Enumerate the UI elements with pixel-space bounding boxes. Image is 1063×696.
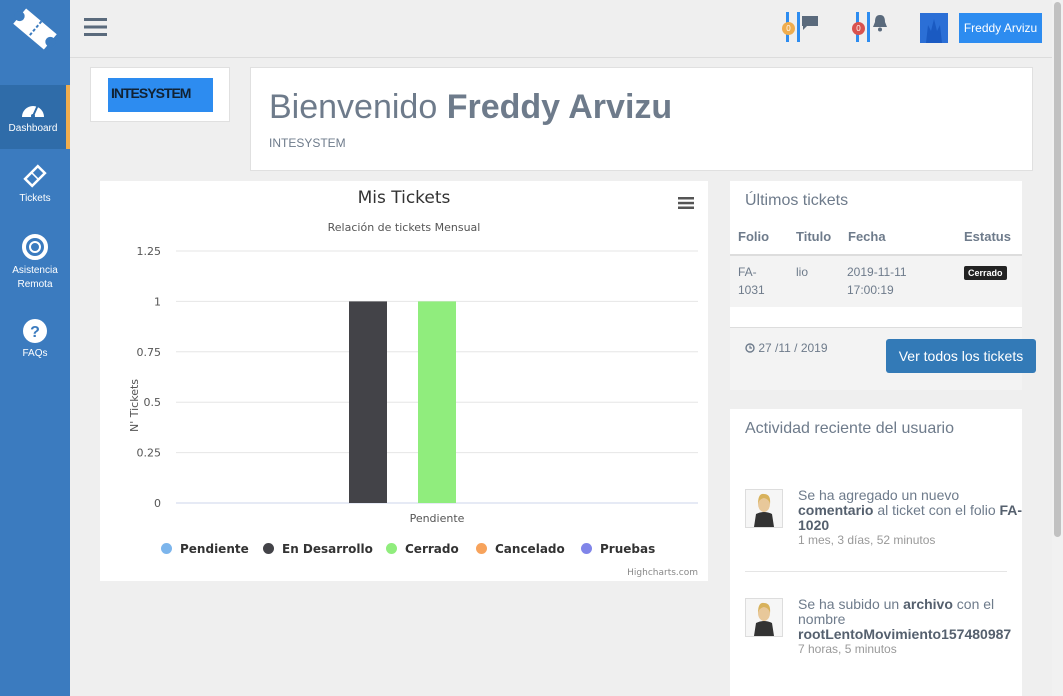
welcome-card: Bienvenido Freddy Arvizu INTESYSTEM [250,67,1033,171]
col-header-estatus: Estatus [964,229,1011,244]
col-header-folio: Folio [738,229,770,244]
activity-divider [745,571,1007,572]
bar-chart: 0 0.25 0.5 0.75 1 1.25 Pendiente [137,245,698,525]
legend-item-en-desarrollo[interactable]: En Desarrollo [263,542,373,556]
user-photo-icon [754,493,774,527]
company-logo: INTESYSTEM [108,78,213,112]
tickets-chart-card: Mis Tickets Relación de tickets Mensual … [100,181,708,581]
latest-tickets-title: Últimos tickets [745,192,849,209]
col-header-titulo: Titulo [796,229,832,244]
sidebar-item-label: FAQs [22,348,48,359]
dashboard-gauge-icon [22,104,44,118]
legend-marker [263,543,274,554]
legend-marker [476,543,487,554]
status-badge: Cerrado [964,266,1007,280]
activity-item: Se ha agregado un nuevo comentario al ti… [745,488,1028,549]
y-tick-label: 0.75 [137,346,162,359]
activity-card: Actividad reciente del usuario Se ha agr… [730,409,1022,696]
y-tick-label: 1 [154,295,161,308]
legend-item-cerrado[interactable]: Cerrado [386,542,459,556]
sidebar-item-label: Tickets [19,193,51,204]
sidebar-item-label: Dashboard [8,123,58,134]
y-tick-label: 1.25 [137,245,162,258]
top-navbar: 0 0 Freddy Arvizu [70,0,1063,58]
comment-icon [802,16,818,30]
ticket-logo-icon [13,7,57,50]
activity-time: 1 mes, 3 días, 52 minutos [798,533,936,547]
welcome-company: INTESYSTEM [269,136,346,150]
sidebar-item-dashboard[interactable]: Dashboard [0,85,70,149]
sidebar-item-tickets[interactable]: Tickets [0,163,70,206]
avatar-image-icon [926,19,942,43]
notifications-button[interactable]: 0 [852,12,887,42]
activity-text: Se ha subido un archivo con el nombre ro… [798,597,1034,657]
activity-avatar [745,489,783,528]
menu-toggle-icon[interactable] [84,17,108,37]
ticket-folio: FA- 1031 [738,265,765,297]
notifications-count-badge: 0 [852,22,865,35]
bell-icon [873,15,887,32]
x-tick-label: Pendiente [410,512,465,525]
svg-text:?: ? [30,324,40,341]
welcome-title: Bienvenido Freddy Arvizu [269,88,673,126]
latest-tickets-card: Últimos tickets Folio Titulo Fecha Estat… [730,181,1036,390]
user-photo-icon [754,602,774,636]
activity-item: Se ha subido un archivo con el nombre ro… [745,597,1025,658]
activity-time: 7 horas, 5 minutos [798,642,897,656]
ticket-titulo: lio [796,265,809,279]
sidebar: Dashboard Tickets Asistencia Remota ? FA… [0,0,70,696]
sidebar-item-faqs[interactable]: ? FAQs [0,318,70,361]
legend-marker [581,543,592,554]
question-circle-icon: ? [23,319,47,343]
col-header-fecha: Fecha [848,229,886,244]
legend-marker [161,543,172,554]
bar-cerrado [418,301,456,503]
view-all-tickets-button[interactable]: Ver todos los tickets [886,339,1036,373]
y-tick-label: 0 [154,497,161,510]
sidebar-item-asistencia-remota[interactable]: Asistencia Remota [0,233,70,292]
footer-date: 27 /11 / 2019 [745,341,828,355]
messages-count-badge: 0 [782,22,795,35]
app-logo[interactable] [0,0,70,57]
ticket-fecha: 2019-11-11 17:00:19 [847,265,907,297]
chart-credit[interactable]: Highcharts.com [627,568,698,578]
table-row[interactable]: FA- 1031 lio 2019-11-11 17:00:19 [730,256,1022,307]
bar-en-desarrollo [349,301,387,503]
lifebuoy-icon [22,234,48,260]
sidebar-item-label: Asistencia Remota [12,265,58,290]
page-scrollbar[interactable] [1052,0,1063,696]
company-logo-card: INTESYSTEM [90,67,230,122]
ticket-icon [23,164,47,188]
activity-text: Se ha agregado un nuevo comentario al ti… [798,488,1028,548]
legend-item-pruebas[interactable]: Pruebas [581,542,655,556]
user-menu-button[interactable]: Freddy Arvizu [959,13,1042,43]
activity-avatar [745,598,783,637]
legend-item-cancelado[interactable]: Cancelado [476,542,565,556]
user-avatar[interactable] [920,13,948,43]
scrollbar-thumb[interactable] [1054,2,1061,537]
messages-button[interactable]: 0 [782,12,818,42]
activity-title: Actividad reciente del usuario [745,420,955,437]
clock-icon [745,343,755,353]
legend-marker [386,543,397,554]
legend-item-pendiente[interactable]: Pendiente [161,542,249,556]
y-tick-label: 0.5 [144,396,162,409]
y-tick-label: 0.25 [137,447,162,460]
